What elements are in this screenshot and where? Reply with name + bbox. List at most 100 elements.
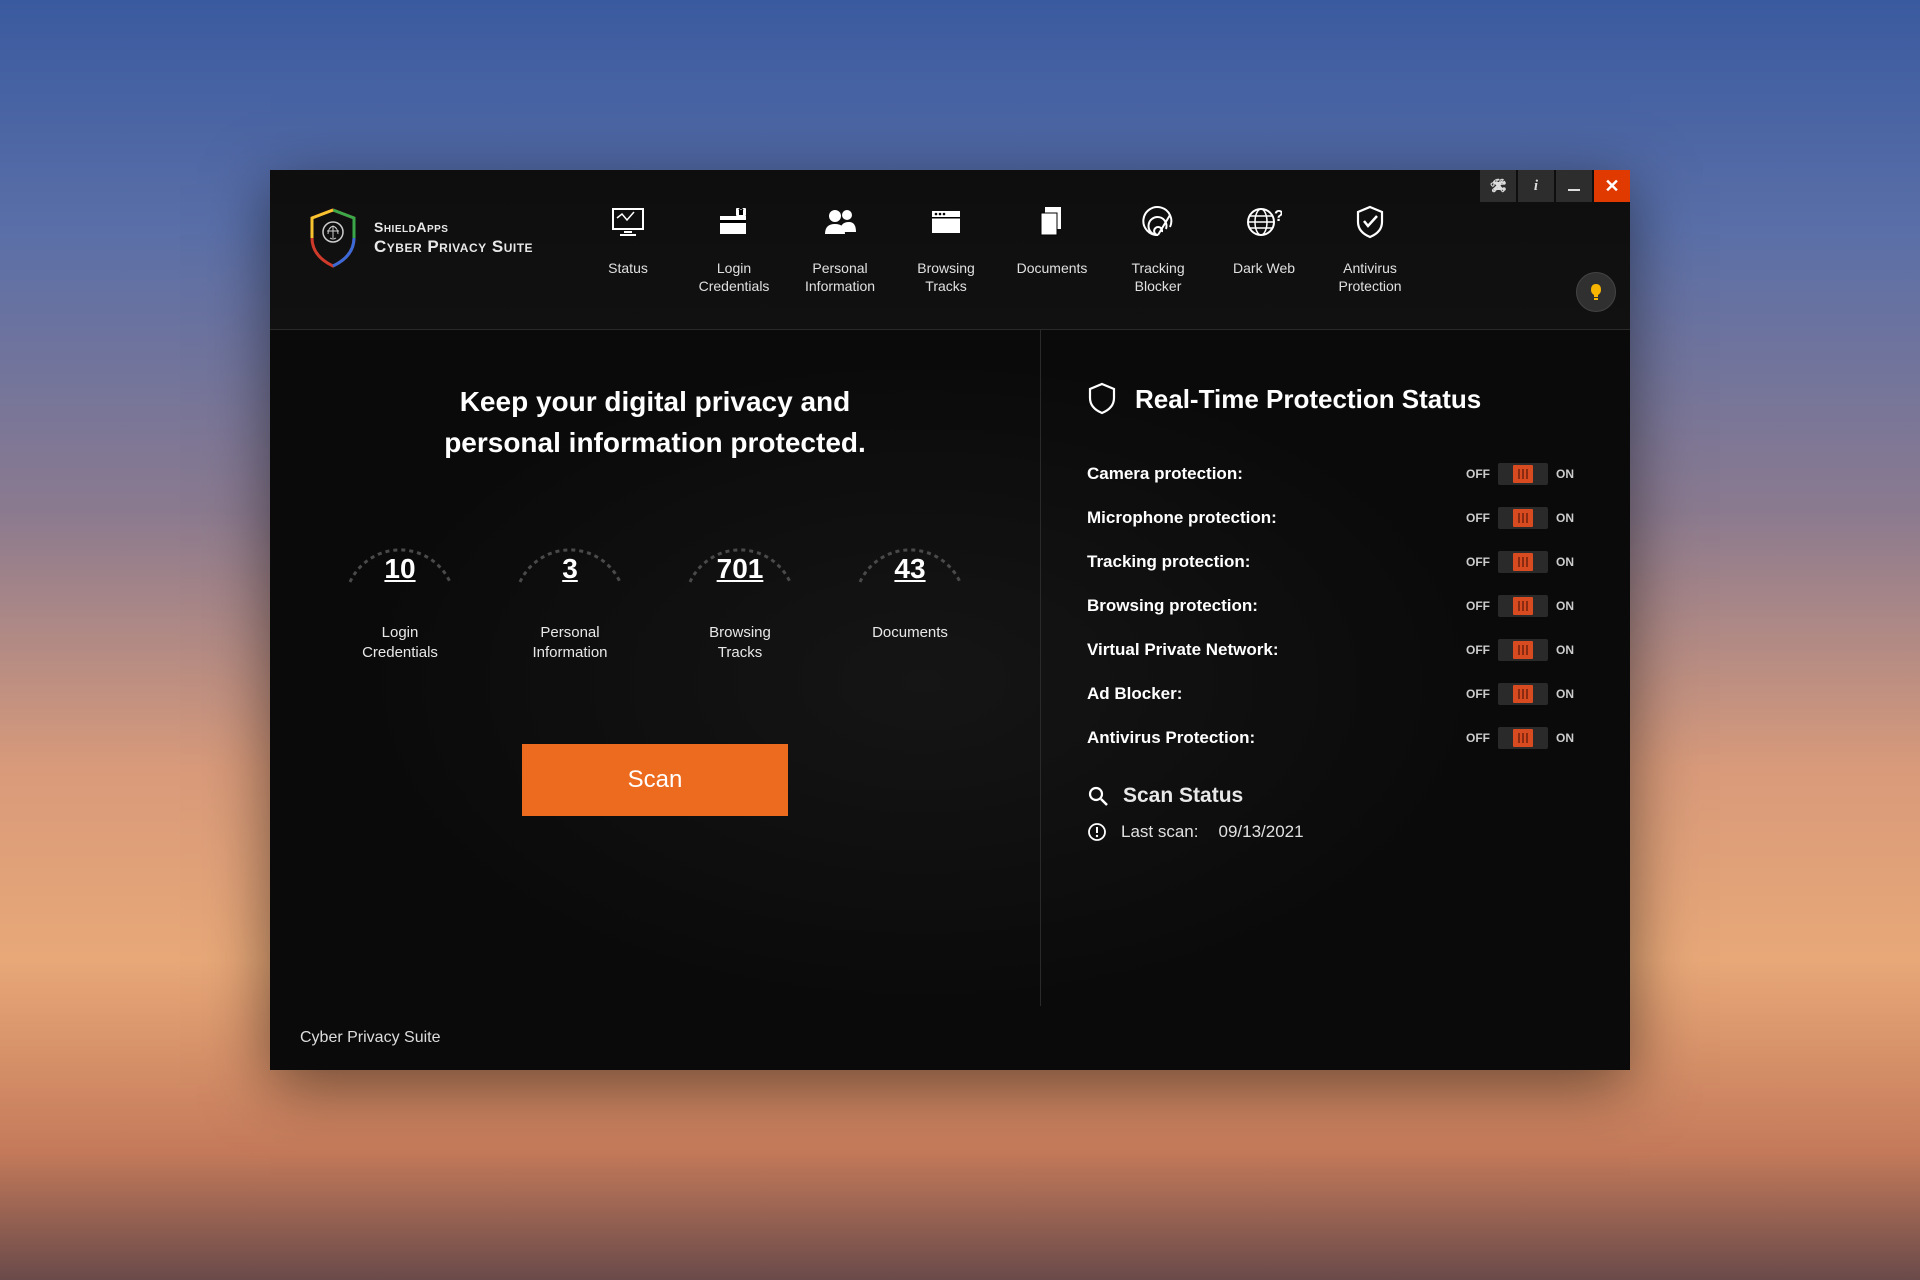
- toggle-track[interactable]: [1498, 727, 1548, 749]
- nav-login-credentials[interactable]: Login Credentials: [687, 198, 781, 295]
- protection-label: Camera protection:: [1087, 464, 1243, 484]
- info-button[interactable]: i: [1518, 170, 1554, 202]
- search-icon: [1087, 785, 1109, 807]
- gauge-arc-icon: 701: [675, 507, 805, 587]
- nav-label: Tracking Blocker: [1131, 260, 1184, 295]
- scan-status-title: Scan Status: [1123, 784, 1243, 808]
- toggle-track[interactable]: [1498, 507, 1548, 529]
- minimize-button[interactable]: [1556, 170, 1592, 202]
- nav-dark-web[interactable]: ? Dark Web: [1217, 198, 1311, 295]
- nav-label: Antivirus Protection: [1339, 260, 1402, 295]
- gauge-label: Browsing Tracks: [709, 623, 771, 664]
- toggle-track[interactable]: [1498, 639, 1548, 661]
- gauge-label: Login Credentials: [362, 623, 438, 664]
- nav-label: Status: [608, 260, 648, 278]
- protection-label: Browsing protection:: [1087, 596, 1258, 616]
- toggle-browsing[interactable]: OFF ON: [1466, 595, 1574, 617]
- content: Keep your digital privacy and personal i…: [270, 330, 1630, 1006]
- off-label: OFF: [1466, 687, 1490, 701]
- nav-status[interactable]: Status: [581, 198, 675, 295]
- people-icon: [822, 202, 858, 242]
- realtime-title-row: Real-Time Protection Status: [1087, 382, 1574, 416]
- gauge-arc-icon: 10: [335, 507, 465, 587]
- gauge-arc-icon: 43: [845, 507, 975, 587]
- gauge-browsing-tracks[interactable]: 701 Browsing Tracks: [670, 507, 810, 664]
- protection-label: Virtual Private Network:: [1087, 640, 1278, 660]
- protection-label: Tracking protection:: [1087, 552, 1250, 572]
- gauge-label: Documents: [872, 623, 948, 643]
- protection-row: Antivirus Protection: OFF ON: [1087, 716, 1574, 760]
- window-icon: [928, 202, 964, 242]
- last-scan-date: 09/13/2021: [1219, 822, 1304, 842]
- shield-icon: [1087, 382, 1117, 416]
- protection-row: Browsing protection: OFF ON: [1087, 584, 1574, 628]
- off-label: OFF: [1466, 555, 1490, 569]
- protection-row: Camera protection: OFF ON: [1087, 452, 1574, 496]
- off-label: OFF: [1466, 731, 1490, 745]
- gauges: 10 Login Credentials 3 Personal Informat…: [330, 507, 980, 664]
- toggle-track[interactable]: [1498, 683, 1548, 705]
- toggle-camera[interactable]: OFF ON: [1466, 463, 1574, 485]
- settings-button[interactable]: ✕🛠: [1480, 170, 1516, 202]
- toggle-adblocker[interactable]: OFF ON: [1466, 683, 1574, 705]
- nav-tracking-blocker[interactable]: Tracking Blocker: [1111, 198, 1205, 295]
- on-label: ON: [1556, 731, 1574, 745]
- hint-bulb-button[interactable]: [1576, 272, 1616, 312]
- gauge-documents[interactable]: 43 Documents: [840, 507, 980, 664]
- nav-browsing-tracks[interactable]: Browsing Tracks: [899, 198, 993, 295]
- nav-personal-information[interactable]: Personal Information: [793, 198, 887, 295]
- protection-label: Microphone protection:: [1087, 508, 1277, 528]
- gauge-personal-information[interactable]: 3 Personal Information: [500, 507, 640, 664]
- tagline: Keep your digital privacy and personal i…: [444, 382, 866, 463]
- protection-row: Microphone protection: OFF ON: [1087, 496, 1574, 540]
- protection-list: Camera protection: OFF ON Microphone pro…: [1087, 452, 1574, 760]
- gauge-login-credentials[interactable]: 10 Login Credentials: [330, 507, 470, 664]
- nav-label: Dark Web: [1233, 260, 1295, 278]
- lock-card-icon: [716, 202, 752, 242]
- logo-icon: [306, 206, 360, 270]
- toggle-track[interactable]: [1498, 463, 1548, 485]
- nav-label: Documents: [1017, 260, 1088, 278]
- on-label: ON: [1556, 511, 1574, 525]
- footer-text: Cyber Privacy Suite: [300, 1029, 441, 1047]
- scan-status-title-row: Scan Status: [1087, 784, 1574, 808]
- svg-text:?: ?: [1274, 208, 1282, 225]
- on-label: ON: [1556, 687, 1574, 701]
- on-label: ON: [1556, 555, 1574, 569]
- on-label: ON: [1556, 599, 1574, 613]
- scan-button[interactable]: Scan: [522, 744, 789, 816]
- protection-label: Ad Blocker:: [1087, 684, 1182, 704]
- titlebar-controls: ✕🛠 i ✕: [1478, 170, 1630, 202]
- nav-label: Login Credentials: [699, 260, 770, 295]
- off-label: OFF: [1466, 643, 1490, 657]
- protection-row: Tracking protection: OFF ON: [1087, 540, 1574, 584]
- gauge-label: Personal Information: [532, 623, 607, 664]
- off-label: OFF: [1466, 599, 1490, 613]
- realtime-panel: Real-Time Protection Status Camera prote…: [1040, 330, 1630, 1006]
- footer: Cyber Privacy Suite: [270, 1006, 1630, 1070]
- header: ShieldApps Cyber Privacy Suite Status Lo…: [270, 170, 1630, 330]
- toggle-antivirus[interactable]: OFF ON: [1466, 727, 1574, 749]
- realtime-title: Real-Time Protection Status: [1135, 384, 1481, 415]
- close-button[interactable]: ✕: [1594, 170, 1630, 202]
- monitor-icon: [610, 202, 646, 242]
- globe-question-icon: ?: [1246, 202, 1282, 242]
- nav: Status Login Credentials Personal Inform…: [581, 198, 1417, 295]
- nav-label: Personal Information: [805, 260, 875, 295]
- toggle-track[interactable]: [1498, 595, 1548, 617]
- app-window: ✕🛠 i ✕ ShieldApps Cyber Privacy Suit: [270, 170, 1630, 1070]
- toggle-microphone[interactable]: OFF ON: [1466, 507, 1574, 529]
- toggle-tracking[interactable]: OFF ON: [1466, 551, 1574, 573]
- toggle-track[interactable]: [1498, 551, 1548, 573]
- shield-check-icon: [1354, 202, 1386, 242]
- protection-label: Antivirus Protection:: [1087, 728, 1255, 748]
- nav-documents[interactable]: Documents: [1005, 198, 1099, 295]
- documents-icon: [1036, 202, 1068, 242]
- off-label: OFF: [1466, 467, 1490, 481]
- protection-row: Virtual Private Network: OFF ON: [1087, 628, 1574, 672]
- brand-product: Cyber Privacy Suite: [374, 236, 533, 257]
- brand-name: ShieldApps: [374, 219, 533, 237]
- toggle-vpn[interactable]: OFF ON: [1466, 639, 1574, 661]
- nav-antivirus-protection[interactable]: Antivirus Protection: [1323, 198, 1417, 295]
- last-scan-row: Last scan: 09/13/2021: [1087, 822, 1574, 842]
